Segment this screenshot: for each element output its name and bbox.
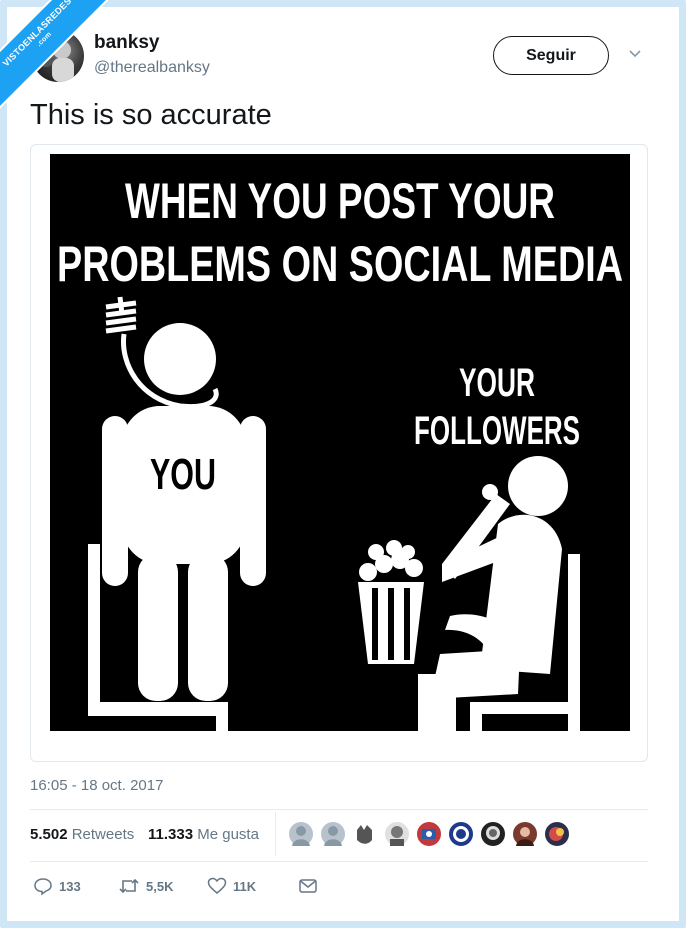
likes-count: 11.333 [148,826,194,843]
reply-icon[interactable] [33,876,53,896]
liker-avatar[interactable] [544,821,570,847]
retweets-stat[interactable]: 5.502 Retweets [30,826,134,843]
retweets-label: Retweets [71,826,135,843]
follow-button[interactable]: Seguir [493,36,609,75]
likes-label: Me gusta [197,826,259,843]
divider [30,809,648,810]
liker-avatar[interactable] [288,821,314,847]
tweet-header: banksy @therealbanksy Seguir [30,28,658,88]
divider [30,861,648,862]
meme-title-line-2: PROBLEMS ON SOCIAL MEDIA [57,236,623,292]
like-action[interactable]: 11K [207,876,256,896]
liker-avatar[interactable] [320,821,346,847]
meme-label-followers-2: FOLLOWERS [414,409,580,453]
like-icon[interactable] [207,876,227,896]
retweet-icon[interactable] [118,876,140,896]
meme-illustration: WHEN YOU POST YOUR PROBLEMS ON SOCIAL ME… [50,154,630,731]
user-handle[interactable]: @therealbanksy [94,59,210,77]
media-card[interactable]: WHEN YOU POST YOUR PROBLEMS ON SOCIAL ME… [30,144,648,762]
liker-avatar[interactable] [384,821,410,847]
like-count: 11K [233,878,257,894]
chevron-down-icon[interactable] [627,46,643,62]
tweet-text: This is so accurate [30,99,272,131]
likes-stat[interactable]: 11.333 Me gusta [148,826,259,843]
reply-action[interactable]: 133 [33,876,81,896]
tweet-timestamp[interactable]: 16:05 - 18 oct. 2017 [30,777,163,794]
retweets-count: 5.502 [30,826,68,843]
liker-avatar[interactable] [512,821,538,847]
liker-avatar[interactable] [352,821,378,847]
stats-separator [275,812,276,856]
reply-count: 133 [59,878,81,894]
meme-label-followers-1: YOUR [459,361,535,405]
meme-title-line-1: WHEN YOU POST YOUR [125,173,555,229]
liker-avatar[interactable] [480,821,506,847]
direct-message-icon[interactable] [298,876,318,896]
direct-message-action[interactable] [298,876,318,896]
display-name[interactable]: banksy [94,32,159,54]
retweet-action[interactable]: 5,5K [118,876,173,896]
meme-label-you: YOU [150,450,216,499]
liker-avatar[interactable] [448,821,474,847]
retweet-count: 5,5K [146,878,174,894]
liker-avatar[interactable] [416,821,442,847]
meme-image[interactable]: WHEN YOU POST YOUR PROBLEMS ON SOCIAL ME… [50,154,630,731]
